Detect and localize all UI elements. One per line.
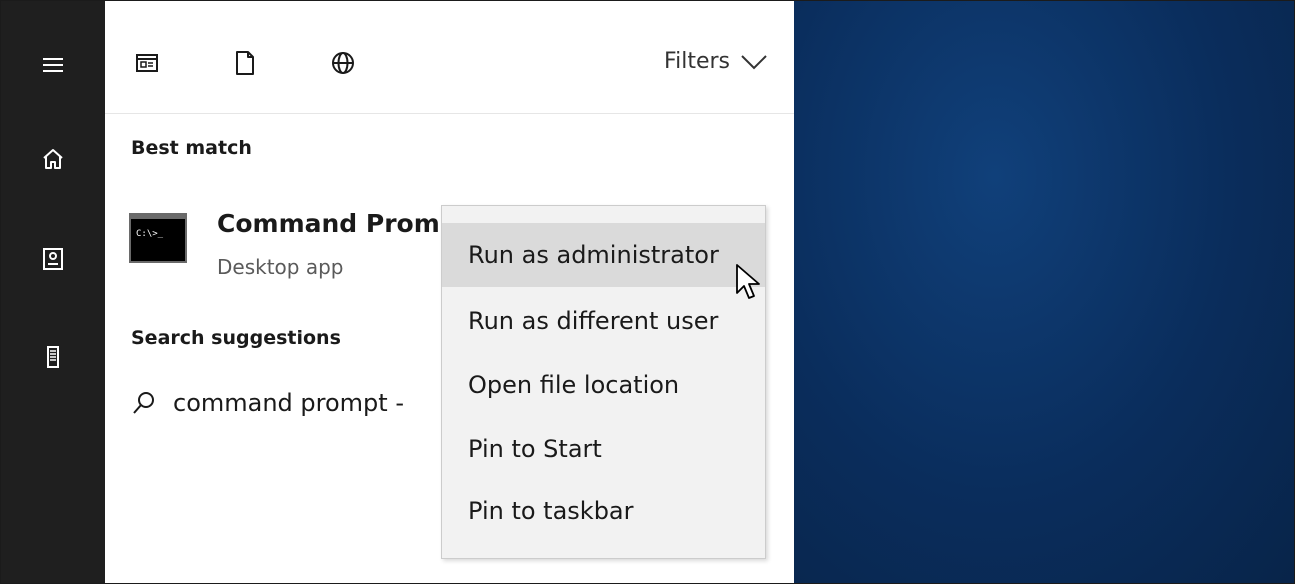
start-sidebar bbox=[1, 1, 105, 583]
devices-button[interactable] bbox=[1, 327, 105, 387]
menu-item-pin-to-start[interactable]: Pin to Start bbox=[442, 417, 765, 481]
apps-filter-button[interactable] bbox=[129, 45, 165, 81]
documents-filter-button[interactable] bbox=[227, 45, 263, 81]
mouse-cursor-icon bbox=[736, 264, 760, 299]
app-name: Command Prom bbox=[217, 209, 440, 238]
filters-dropdown[interactable]: Filters bbox=[664, 49, 768, 74]
menu-item-run-as-administrator[interactable]: Run as administrator bbox=[442, 223, 765, 287]
menu-item-pin-to-taskbar[interactable]: Pin to taskbar bbox=[442, 479, 765, 543]
desktop-background bbox=[794, 1, 1294, 583]
home-icon bbox=[43, 149, 63, 169]
web-filter-button[interactable] bbox=[325, 45, 361, 81]
context-menu: Run as administrator Run as different us… bbox=[441, 205, 766, 559]
command-prompt-icon-text: C:\>_ bbox=[136, 229, 164, 239]
filters-label: Filters bbox=[664, 49, 730, 74]
search-icon bbox=[133, 392, 154, 414]
notebook-icon bbox=[43, 248, 63, 270]
command-prompt-result[interactable]: C:\>_ Command Prom Desktop app bbox=[129, 209, 449, 289]
device-tower-icon bbox=[47, 346, 59, 368]
hamburger-menu-button[interactable] bbox=[1, 35, 105, 95]
documents-filter-icon bbox=[236, 51, 254, 75]
web-filter-icon bbox=[332, 52, 354, 74]
app-type: Desktop app bbox=[217, 255, 344, 279]
menu-item-run-as-different-user[interactable]: Run as different user bbox=[442, 289, 765, 353]
filter-toolbar: Filters bbox=[105, 1, 794, 114]
command-prompt-app-icon: C:\>_ bbox=[129, 213, 187, 263]
screenshot-frame: Filters Best match C:\>_ Command Prom De… bbox=[0, 0, 1295, 584]
apps-filter-icon bbox=[136, 54, 158, 72]
hamburger-menu-icon bbox=[43, 58, 63, 72]
home-button[interactable] bbox=[1, 129, 105, 189]
notebook-button[interactable] bbox=[1, 229, 105, 289]
search-suggestions-heading: Search suggestions bbox=[131, 327, 341, 349]
search-suggestion-item[interactable]: command prompt - bbox=[131, 389, 404, 417]
suggestion-text: command prompt - bbox=[173, 389, 404, 417]
best-match-heading: Best match bbox=[131, 137, 252, 159]
chevron-down-icon bbox=[741, 54, 767, 69]
menu-item-open-file-location[interactable]: Open file location bbox=[442, 353, 765, 417]
